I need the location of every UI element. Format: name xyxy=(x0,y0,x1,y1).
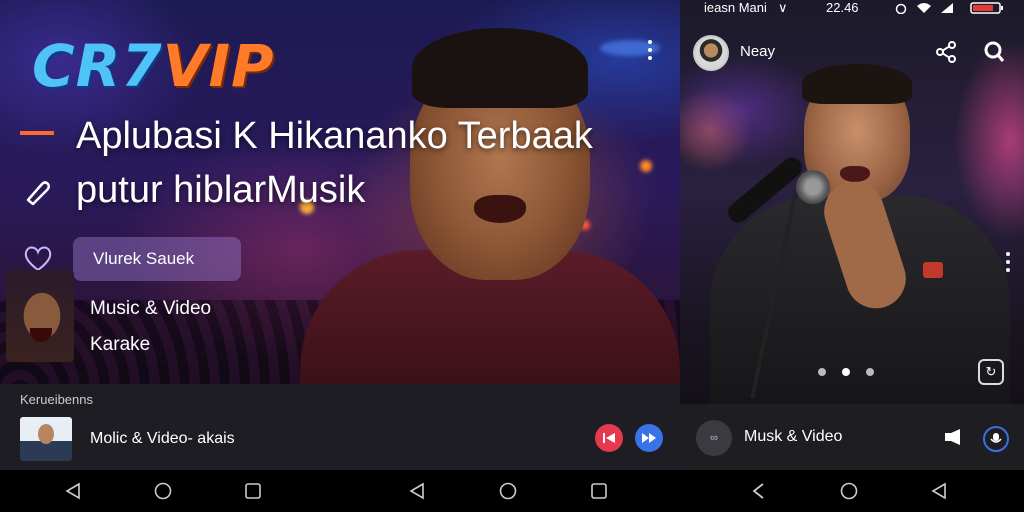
singer-hair xyxy=(802,64,912,104)
skip-back-icon xyxy=(603,433,615,443)
more-options-icon[interactable] xyxy=(648,40,652,64)
speaker-icon[interactable] xyxy=(944,428,966,446)
now-playing-title[interactable]: Molic & Video- akais xyxy=(90,430,235,448)
recents-icon[interactable] xyxy=(590,482,608,500)
performer-hair xyxy=(412,28,588,108)
previous-track-button[interactable] xyxy=(595,424,623,452)
logo-part-vip: VIP xyxy=(162,32,275,100)
now-playing-bar-left: Kerueibenns Molic & Video- akais xyxy=(0,384,680,470)
carousel-dot[interactable] xyxy=(866,368,874,376)
carrier-text: ieasn Mani xyxy=(704,0,767,15)
home-icon[interactable] xyxy=(499,482,517,500)
heart-icon[interactable] xyxy=(22,244,54,272)
now-playing-title[interactable]: Musk & Video xyxy=(744,428,842,446)
logo-part-cr7: CR7 xyxy=(32,32,163,100)
battery-icon xyxy=(970,2,1003,14)
carousel-dot-active[interactable] xyxy=(842,368,850,376)
menu-item-karaoke[interactable]: Karake xyxy=(90,334,150,356)
avatar-mouth xyxy=(30,328,52,342)
home-icon[interactable] xyxy=(154,482,172,500)
now-playing-bar-right: ∞ Musk & Video xyxy=(680,404,1024,470)
singer-avatar[interactable] xyxy=(6,270,74,362)
signal-icon xyxy=(941,3,953,13)
genre-pill-button[interactable]: Vlurek Sauek xyxy=(73,237,241,281)
menu-item-music-video[interactable]: Music & Video xyxy=(90,298,211,320)
carousel-dot[interactable] xyxy=(818,368,826,376)
share-icon[interactable] xyxy=(934,40,958,64)
microphone-icon xyxy=(990,433,1002,443)
user-name: Neay xyxy=(740,43,776,60)
fast-forward-icon xyxy=(642,433,656,443)
rotate-icon[interactable]: ↻ xyxy=(978,359,1004,385)
microphone-head xyxy=(796,170,830,204)
home-icon[interactable] xyxy=(840,482,858,500)
recents-icon[interactable] xyxy=(244,482,262,500)
status-clock: 22.46 xyxy=(826,0,859,15)
performer-mouth xyxy=(474,195,526,223)
singer-mouth xyxy=(840,166,870,182)
accent-dash xyxy=(20,131,54,135)
album-disc-icon[interactable]: ∞ xyxy=(696,420,732,456)
more-options-icon[interactable] xyxy=(1006,252,1010,276)
track-thumbnail[interactable] xyxy=(20,417,72,461)
wifi-icon xyxy=(917,3,931,13)
headline-line-2: putur hiblarMusik xyxy=(76,169,366,211)
carrier-chevron-icon: ∨ xyxy=(778,0,788,15)
app-logo: CR7VIP xyxy=(32,32,275,100)
right-screen: ieasn Mani ∨ 22.46 Neay ↻ ∞ Musk & Video xyxy=(680,0,1024,470)
carousel-indicator[interactable] xyxy=(818,368,874,376)
status-bar: ieasn Mani ∨ 22.46 xyxy=(680,0,1024,18)
system-navigation-bar xyxy=(0,470,1024,512)
alarm-icon xyxy=(895,3,907,14)
stage-light xyxy=(640,160,652,172)
voice-search-button[interactable] xyxy=(983,426,1009,452)
left-screen: CR7VIP Aplubasi K Hikananko Terbaak putu… xyxy=(0,0,680,470)
next-track-button[interactable] xyxy=(635,424,663,452)
back-icon[interactable] xyxy=(930,482,948,500)
section-label: Kerueibenns xyxy=(20,392,93,407)
back-icon[interactable] xyxy=(64,482,82,500)
back-chevron-icon[interactable] xyxy=(750,482,768,500)
user-avatar[interactable] xyxy=(693,35,729,71)
search-icon[interactable] xyxy=(982,40,1006,64)
headline-line-1: Aplubasi K Hikananko Terbaak xyxy=(76,115,593,157)
shirt-badge xyxy=(923,262,943,278)
back-icon[interactable] xyxy=(408,482,426,500)
pen-icon[interactable] xyxy=(22,176,52,206)
